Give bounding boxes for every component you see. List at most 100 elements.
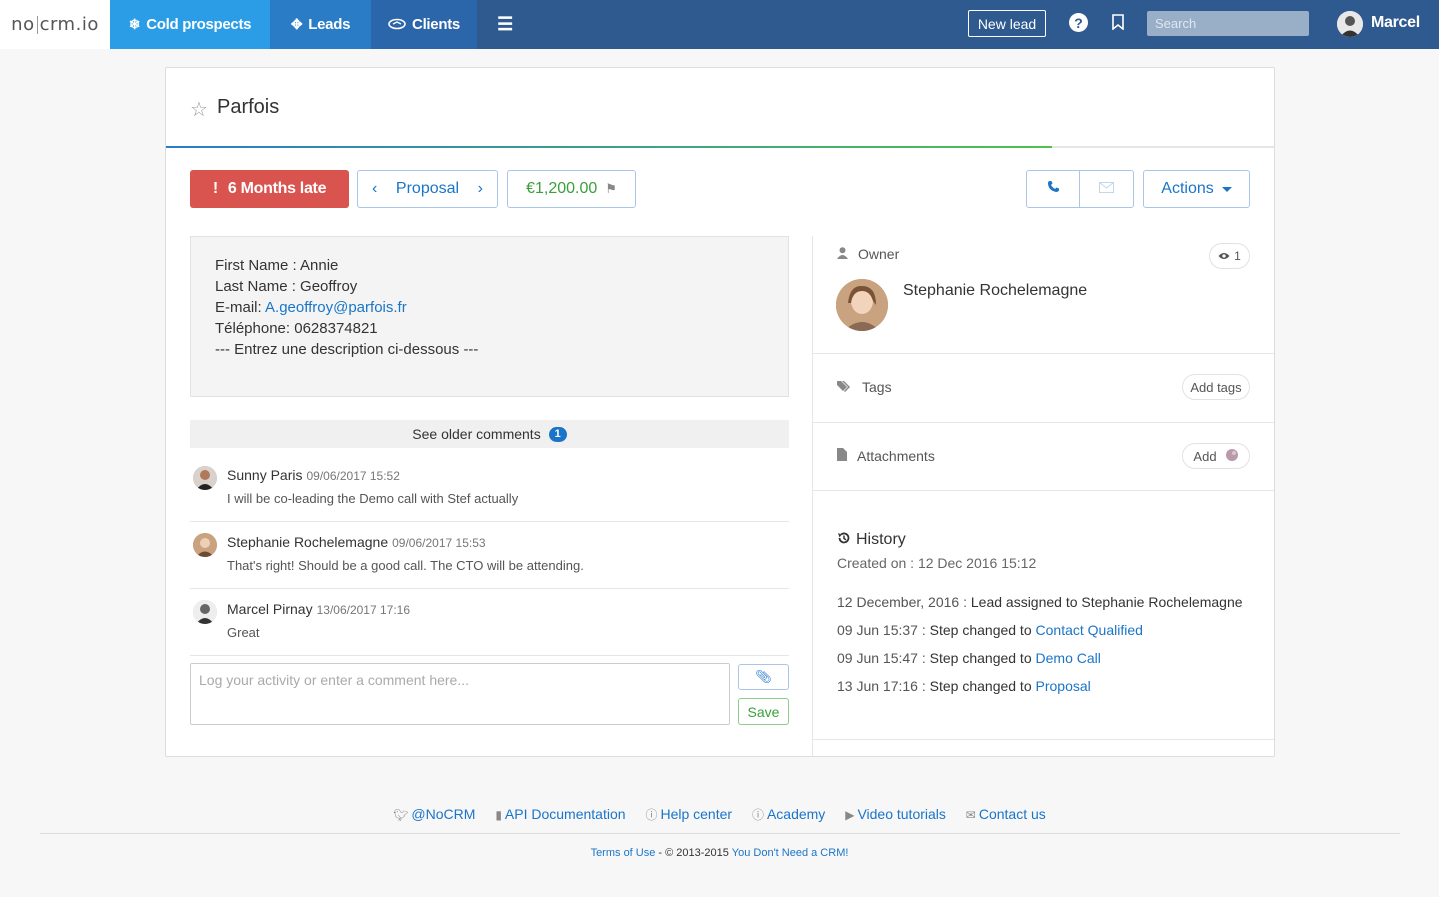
history-date: 13 Jun 17:16 : (837, 678, 926, 694)
see-older-comments[interactable]: See older comments 1 (190, 420, 789, 448)
nocrm-logo[interactable]: no crm.io (0, 0, 110, 49)
attachments-heading: Attachments (837, 448, 935, 464)
description-email-line: E-mail: A.geoffroy@parfois.fr (215, 297, 764, 318)
comment-author: Marcel Pirnay (227, 601, 313, 617)
description-line: First Name : Annie (215, 257, 339, 274)
footer-link-label: Video tutorials (857, 806, 946, 822)
comment-author-line: Sunny Paris 09/06/2017 15:52 (227, 467, 400, 483)
info-icon: ⓘ (751, 808, 764, 822)
footer-link-video[interactable]: ▶ Video tutorials (845, 806, 946, 822)
handshake-icon (388, 17, 406, 33)
lead-title: Parfois (217, 96, 280, 118)
history-step-link[interactable]: Demo Call (1036, 650, 1101, 666)
envelope-icon (1099, 180, 1114, 198)
views-badge[interactable]: 1 (1209, 243, 1250, 269)
tab-cold-prospects[interactable]: ❄ Cold prospects (110, 0, 270, 49)
tags-label: Tags (862, 379, 892, 395)
step-selector[interactable]: ‹ Proposal › (357, 170, 498, 208)
history-icon (837, 531, 851, 549)
logo-text-left: no (11, 14, 35, 35)
footer-link-academy[interactable]: ⓘ Academy (752, 806, 825, 822)
section-divider (813, 739, 1274, 740)
actions-dropdown[interactable]: Actions (1143, 170, 1250, 208)
amount-value: €1,200.00 (526, 180, 598, 197)
upload-icon (1225, 448, 1239, 465)
comment-author-line: Stephanie Rochelemagne 09/06/2017 15:53 (227, 534, 486, 550)
new-lead-button[interactable]: New lead (968, 10, 1046, 37)
save-button[interactable]: Save (738, 698, 789, 725)
comment-input[interactable] (190, 663, 730, 725)
tagline-link[interactable]: You Don't Need a CRM! (732, 847, 849, 859)
amount-button[interactable]: €1,200.00 ⚑ (507, 170, 636, 208)
main-menu-button[interactable]: ☰ (477, 0, 533, 49)
tab-leads[interactable]: ✥ Leads (270, 0, 371, 49)
add-attachment-button[interactable]: Add (1182, 443, 1250, 469)
footer-link-label: Academy (766, 806, 826, 822)
comment-text: Great (227, 625, 260, 640)
call-button[interactable] (1026, 170, 1080, 208)
lead-panel: ☆ Parfois ! 6 Months late ‹ Proposal › €… (165, 67, 1275, 757)
comment-text: I will be co-leading the Demo call with … (227, 491, 519, 506)
footer-link-label: Help center (660, 806, 733, 822)
history-heading: History (837, 531, 906, 549)
envelope-icon: ✉ (965, 808, 976, 822)
attach-button[interactable]: 📎︎ (738, 664, 789, 690)
comment-date: 09/06/2017 15:52 (306, 469, 400, 483)
add-tags-button[interactable]: Add tags (1182, 374, 1250, 400)
email-link[interactable]: A.geoffroy@parfois.fr (265, 299, 407, 316)
history-row: 09 Jun 15:47 : Step changed to Demo Call (837, 650, 1101, 666)
help-icon[interactable]: ? (1069, 13, 1088, 32)
terms-link[interactable]: Terms of Use (591, 847, 656, 859)
chevron-right-icon[interactable]: › (478, 180, 483, 198)
tab-clients[interactable]: Clients (371, 0, 477, 49)
section-divider (813, 422, 1274, 423)
user-avatar[interactable] (1337, 11, 1363, 37)
footer-link-twitter[interactable]: 🐦︎ @NoCRM (393, 806, 475, 822)
comment-date: 09/06/2017 15:53 (392, 536, 486, 550)
copyright: Terms of Use - © 2013-2015 You Don't Nee… (0, 847, 1439, 859)
book-icon: ▮ (495, 808, 502, 822)
play-icon: ▶ (845, 808, 855, 822)
star-icon[interactable]: ☆ (190, 97, 208, 122)
user-name[interactable]: Marcel (1371, 14, 1420, 32)
email-button[interactable] (1079, 170, 1134, 208)
avatar (193, 466, 217, 490)
owner-avatar (836, 279, 888, 331)
comment-item: Sunny Paris 09/06/2017 15:52 I will be co… (190, 455, 789, 522)
comment-text: That's right! Should be a good call. The… (227, 558, 584, 573)
attachments-label: Attachments (857, 448, 935, 464)
step-label: Proposal (395, 180, 460, 197)
section-divider (813, 490, 1274, 491)
footer-link-help[interactable]: ⓘ Help center (645, 806, 732, 822)
section-divider (813, 353, 1274, 354)
search-input[interactable] (1147, 11, 1309, 36)
bookmark-icon[interactable] (1112, 14, 1124, 31)
copyright-text: - © 2013-2015 (655, 847, 732, 859)
user-icon (837, 246, 848, 262)
twitter-icon: 🐦︎ (393, 808, 409, 822)
description-line: Last Name : Geoffroy (215, 278, 358, 295)
comment-date: 13/06/2017 17:16 (316, 603, 411, 617)
see-older-label: See older comments (412, 426, 541, 442)
comment-author: Stephanie Rochelemagne (227, 534, 389, 550)
late-status-button[interactable]: ! 6 Months late (190, 170, 349, 208)
add-attachment-label: Add (1193, 448, 1217, 464)
phone-icon (1047, 180, 1060, 198)
chevron-left-icon[interactable]: ‹ (372, 180, 377, 198)
top-navbar: no crm.io ❄ Cold prospects ✥ Leads Client… (0, 0, 1439, 49)
history-step-link[interactable]: Contact Qualified (1036, 622, 1143, 638)
comment-item: Marcel Pirnay 13/06/2017 17:16 Great (190, 589, 789, 656)
hamburger-icon: ☰ (497, 14, 513, 34)
paperclip-icon: 📎︎ (755, 669, 772, 684)
footer-link-contact[interactable]: ✉ Contact us (966, 806, 1046, 822)
comment-item: Stephanie Rochelemagne 09/06/2017 15:53 T… (190, 522, 789, 589)
crosshair-icon: ✥ (290, 16, 303, 32)
footer-link-api[interactable]: ▮ API Documentation (495, 806, 625, 822)
eye-icon (1218, 249, 1230, 263)
tags-heading: Tags (837, 379, 892, 395)
created-on: Created on : 12 Dec 2016 15:12 (837, 555, 1037, 571)
column-divider (812, 236, 813, 756)
history-step-link[interactable]: Proposal (1036, 678, 1091, 694)
actions-label: Actions (1161, 180, 1214, 197)
tab-leads-label: Leads (308, 16, 351, 33)
